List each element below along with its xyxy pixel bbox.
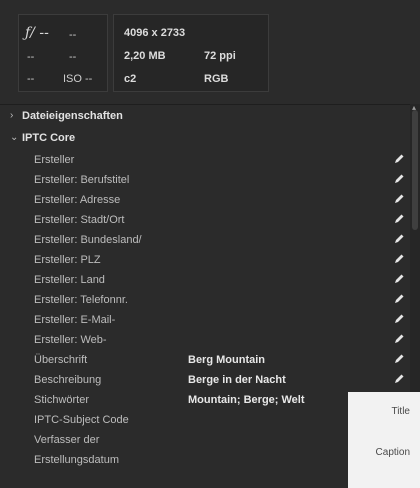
field-label: Stichwörter xyxy=(34,394,90,406)
edit-pencil-icon[interactable] xyxy=(393,333,405,345)
edit-pencil-icon[interactable] xyxy=(393,153,405,165)
section-iptc-core[interactable]: ⌄ IPTC Core xyxy=(0,128,410,148)
metadata-row[interactable]: Ersteller: Stadt/Ort xyxy=(0,210,410,230)
flash-value: -- xyxy=(69,51,77,63)
edit-pencil-icon[interactable] xyxy=(393,273,405,285)
edit-pencil-icon[interactable] xyxy=(393,293,405,305)
field-label: Ersteller: PLZ xyxy=(34,254,101,266)
field-label: Ersteller: Stadt/Ort xyxy=(34,214,125,226)
metadata-row[interactable]: Ersteller: E-Mail- xyxy=(0,310,410,330)
edit-pencil-icon[interactable] xyxy=(393,193,405,205)
field-label: Ersteller: Berufstitel xyxy=(34,174,130,186)
field-label: Erstellungsdatum xyxy=(34,454,119,466)
field-label: Ersteller xyxy=(34,154,75,166)
overlay-caption: Caption xyxy=(375,447,410,458)
edit-pencil-icon[interactable] xyxy=(393,313,405,325)
edit-pencil-icon[interactable] xyxy=(393,233,405,245)
dimensions-value: 4096 x 2733 xyxy=(124,27,186,39)
overlay-title: Title xyxy=(391,406,410,417)
field-value[interactable]: Mountain; Berge; Welt xyxy=(188,394,305,406)
metadata-row[interactable]: Ersteller: Telefonnr. xyxy=(0,290,410,310)
chevron-right-icon: › xyxy=(10,110,14,121)
metadata-row[interactable]: Ersteller: Adresse xyxy=(0,190,410,210)
field-label: Ersteller: Bundesland/ xyxy=(34,234,142,246)
edit-pencil-icon[interactable] xyxy=(393,173,405,185)
camera-info-box: ƒ/ -- -- -- -- -- ISO -- xyxy=(18,14,108,92)
color-label-value: c2 xyxy=(124,73,137,85)
edit-pencil-icon[interactable] xyxy=(393,253,405,265)
field-label: Ersteller: Telefonnr. xyxy=(34,294,128,306)
metadata-row[interactable]: Überschrift Berg Mountain xyxy=(0,350,410,370)
field-label: Ersteller: Land xyxy=(34,274,105,286)
metadata-row[interactable]: Ersteller: Web- xyxy=(0,330,410,350)
file-size-value: 2,20 MB xyxy=(124,50,166,62)
section-dateieigenschaften[interactable]: › Dateieigenschaften xyxy=(0,106,410,126)
field-label: Beschreibung xyxy=(34,374,102,386)
field-value[interactable]: Berg Mountain xyxy=(188,354,265,366)
file-info-box: 4096 x 2733 2,20 MB 72 ppi c2 RGB xyxy=(113,14,269,92)
edit-pencil-icon[interactable] xyxy=(393,353,405,365)
resolution-value: 72 ppi xyxy=(204,50,236,62)
metadata-row[interactable]: Beschreibung Berge in der Nacht xyxy=(0,370,410,390)
caption-overlay: Title Caption xyxy=(348,392,420,488)
section-label: Dateieigenschaften xyxy=(22,110,123,122)
metadata-row[interactable]: Ersteller: Land xyxy=(0,270,410,290)
exposure-value: -- xyxy=(69,29,77,41)
metadata-row[interactable]: Ersteller: Berufstitel xyxy=(0,170,410,190)
fstop-value: ƒ/ -- xyxy=(25,25,49,41)
edit-pencil-icon[interactable] xyxy=(393,213,405,225)
metadata-row[interactable]: Ersteller: PLZ xyxy=(0,250,410,270)
field-label: Ersteller: E-Mail- xyxy=(34,314,116,326)
scroll-up-icon[interactable]: ▴ xyxy=(412,103,416,112)
field-label: Ersteller: Adresse xyxy=(34,194,121,206)
field-value[interactable]: Berge in der Nacht xyxy=(188,374,286,386)
field-label: Überschrift xyxy=(34,354,88,366)
scrollbar-thumb[interactable] xyxy=(412,110,418,230)
focal-length-value: -- xyxy=(27,51,35,63)
color-mode-value: RGB xyxy=(204,73,229,85)
field-label: Verfasser der xyxy=(34,434,100,446)
metering-value: -- xyxy=(27,73,35,85)
iso-value: ISO -- xyxy=(63,73,93,85)
metadata-header: ƒ/ -- -- -- -- -- ISO -- 4096 x 2733 2,2… xyxy=(0,0,420,104)
header-divider xyxy=(0,104,420,105)
section-label: IPTC Core xyxy=(22,132,76,144)
field-label: Ersteller: Web- xyxy=(34,334,107,346)
field-label: IPTC-Subject Code xyxy=(34,414,129,426)
edit-pencil-icon[interactable] xyxy=(393,373,405,385)
metadata-row[interactable]: Ersteller xyxy=(0,150,410,170)
metadata-row[interactable]: Ersteller: Bundesland/ xyxy=(0,230,410,250)
chevron-down-icon: ⌄ xyxy=(10,132,19,143)
